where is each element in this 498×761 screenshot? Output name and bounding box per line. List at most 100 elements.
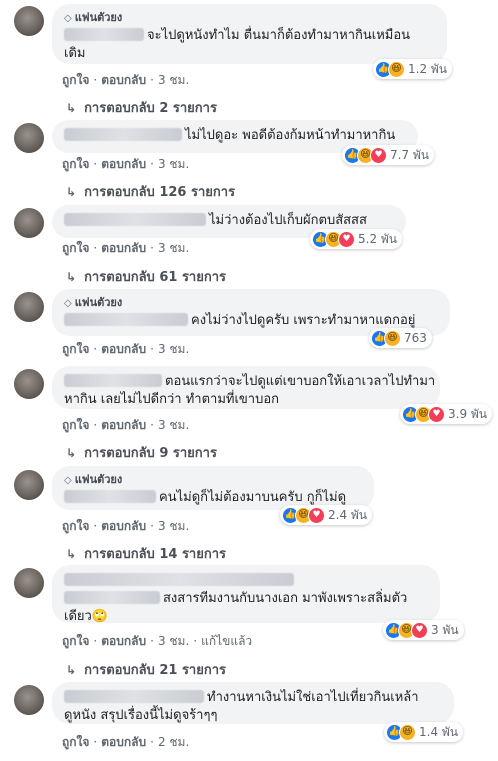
- comment-actions: ถูกใจ · ตอบกลับ · 3 ชม.: [62, 155, 189, 174]
- view-replies-link[interactable]: ↳ การตอบกลับ 126 รายการ: [66, 181, 235, 202]
- like-button[interactable]: ถูกใจ: [62, 418, 89, 432]
- timestamp[interactable]: 3 ชม.: [158, 157, 189, 171]
- reaction-count: 2.4 พัน: [328, 507, 368, 522]
- reaction-count: 3.9 พัน: [448, 406, 488, 421]
- like-button[interactable]: ถูกใจ: [62, 73, 89, 87]
- comment-actions: ถูกใจ · ตอบกลับ · 3 ชม.: [62, 71, 189, 90]
- comment-text: คนไม่ดูก็ไม่ต้องมาบนครับ กูก็ไม่ดู: [159, 490, 347, 505]
- separator: ·: [150, 735, 154, 749]
- avatar[interactable]: [14, 685, 44, 715]
- commenter-name-line: [64, 572, 428, 590]
- avatar[interactable]: [14, 123, 44, 153]
- reaction-summary[interactable]: 👍 😆 ♥ 7.7 พัน: [342, 145, 435, 165]
- like-button[interactable]: ถูกใจ: [62, 519, 89, 533]
- like-button[interactable]: ถูกใจ: [62, 342, 89, 356]
- like-button[interactable]: ถูกใจ: [62, 241, 89, 255]
- reaction-count: 3 พัน: [431, 622, 459, 637]
- commenter-name-redacted[interactable]: [64, 490, 156, 503]
- commenter-name-redacted[interactable]: [64, 313, 188, 326]
- fan-badge: ◇ แฟนตัวยง: [64, 11, 435, 26]
- reply-arrow-icon: ↳: [66, 663, 77, 677]
- commenter-name-redacted[interactable]: [64, 213, 206, 226]
- reaction-summary[interactable]: 👍 😆 ♥ 5.2 พัน: [310, 229, 403, 249]
- commenter-name-redacted[interactable]: [64, 690, 204, 703]
- like-button[interactable]: ถูกใจ: [62, 735, 89, 749]
- reaction-count: 1.4 พัน: [419, 724, 459, 739]
- timestamp[interactable]: 3 ชม.: [158, 342, 189, 356]
- comment-actions: ถูกใจ · ตอบกลับ · 3 ชม.: [62, 239, 189, 258]
- reaction-count: 7.7 พัน: [390, 147, 430, 162]
- view-replies-link[interactable]: ↳ การตอบกลับ 9 รายการ: [66, 442, 217, 463]
- avatar[interactable]: [14, 568, 44, 598]
- comment-actions: ถูกใจ · ตอบกลับ · 3 ชม.: [62, 340, 189, 359]
- reply-button[interactable]: ตอบกลับ: [101, 519, 146, 533]
- reply-arrow-icon: ↳: [66, 270, 77, 284]
- comment-bubble: ตอนแรกว่าจะไปดูแต่เขาบอกให้เอาเวลาไปทำมา…: [52, 366, 440, 409]
- comment-text: คงไม่ว่างไปดูครับ เพราะทำมาหาแดกอยู่: [191, 313, 416, 328]
- commenter-name-redacted[interactable]: [64, 128, 182, 141]
- reaction-summary[interactable]: 👍 😆 ♥ 2.4 พัน: [280, 505, 373, 525]
- comment-bubble: ทำงานหาเงินไม่ใช่เอาไปเที่ยวกินเหล้า ดูห…: [52, 682, 454, 724]
- separator: ·: [93, 342, 98, 356]
- reaction-summary[interactable]: 👍 😆 763: [369, 328, 432, 348]
- fan-badge-label: แฟนตัวยง: [74, 11, 123, 24]
- comment-text: จะไปดูหนังทำไม ตื่นมาก็ต้องทำมาหากินเหมื…: [147, 28, 411, 43]
- haha-icon: 😆: [399, 723, 416, 741]
- reply-button[interactable]: ตอบกลับ: [101, 157, 146, 171]
- comment-text-line: ไม่ว่างต้องไปเก็บผักตบสัสสส: [64, 212, 394, 230]
- reaction-count: 5.2 พัน: [358, 231, 398, 246]
- commenter-name-redacted[interactable]: [64, 28, 144, 41]
- avatar[interactable]: [14, 208, 44, 238]
- replies-label: การตอบกลับ 126 รายการ: [84, 185, 236, 200]
- love-icon: ♥: [428, 405, 445, 423]
- comment-actions: ถูกใจ · ตอบกลับ · 3 ชม. · แก้ไขแล้ว: [62, 632, 252, 651]
- love-icon: ♥: [338, 230, 355, 248]
- separator: ·: [193, 634, 198, 648]
- reply-button[interactable]: ตอบกลับ: [101, 342, 146, 356]
- separator: ·: [93, 157, 98, 171]
- reply-button[interactable]: ตอบกลับ: [101, 241, 146, 255]
- reaction-summary[interactable]: 👍 😆 1.4 พัน: [384, 722, 464, 742]
- reply-arrow-icon: ↳: [66, 446, 77, 460]
- reply-button[interactable]: ตอบกลับ: [101, 634, 146, 648]
- timestamp[interactable]: 3 ชม.: [158, 634, 189, 648]
- timestamp[interactable]: 3 ชม.: [158, 418, 189, 432]
- reply-button[interactable]: ตอบกลับ: [101, 418, 146, 432]
- comment-bubble: ◇ แฟนตัวยง จะไปดูหนังทำไม ตื่นมาก็ต้องทำม…: [52, 4, 447, 64]
- commenter-name-redacted[interactable]: [64, 374, 162, 387]
- reaction-summary[interactable]: 👍 😆 ♥ 3.9 พัน: [400, 404, 493, 424]
- reply-button[interactable]: ตอบกลับ: [101, 735, 146, 749]
- reply-button[interactable]: ตอบกลับ: [101, 73, 146, 87]
- edited-label[interactable]: แก้ไขแล้ว: [201, 634, 252, 648]
- reaction-count: 1.2 พัน: [408, 61, 448, 76]
- like-button[interactable]: ถูกใจ: [62, 634, 89, 648]
- separator: ·: [150, 241, 154, 255]
- separator: ·: [93, 634, 98, 648]
- replies-label: การตอบกลับ 14 รายการ: [84, 547, 227, 562]
- diamond-icon: ◇: [64, 298, 72, 309]
- reaction-summary[interactable]: 👍 😆 1.2 พัน: [373, 59, 453, 79]
- comment-text-line: หากิน เลยไม่ไปดีกว่า ทำตามที่เขาบอก: [64, 392, 280, 407]
- separator: ·: [93, 418, 98, 432]
- timestamp[interactable]: 3 ชม.: [158, 73, 189, 87]
- avatar[interactable]: [14, 6, 44, 36]
- avatar[interactable]: [14, 292, 44, 322]
- timestamp[interactable]: 2 ชม.: [158, 735, 189, 749]
- avatar[interactable]: [14, 369, 44, 399]
- avatar[interactable]: [14, 470, 44, 500]
- timestamp[interactable]: 3 ชม.: [158, 519, 189, 533]
- fan-badge: ◇ แฟนตัวยง: [64, 296, 438, 311]
- view-replies-link[interactable]: ↳ การตอบกลับ 21 รายการ: [66, 659, 226, 680]
- view-replies-link[interactable]: ↳ การตอบกลับ 2 รายการ: [66, 97, 217, 118]
- timestamp[interactable]: 3 ชม.: [158, 241, 189, 255]
- comment-text: ไม่ไปดูอะ พอดีต้องก้มหน้าทำมาหากิน: [185, 128, 396, 143]
- like-button[interactable]: ถูกใจ: [62, 157, 89, 171]
- view-replies-link[interactable]: ↳ การตอบกลับ 61 รายการ: [66, 266, 226, 287]
- replies-label: การตอบกลับ 61 รายการ: [84, 270, 227, 285]
- comment-text: ตอนแรกว่าจะไปดูแต่เขาบอกให้เอาเวลาไปทำมา: [165, 374, 436, 389]
- commenter-name-redacted[interactable]: [64, 573, 294, 586]
- reaction-summary[interactable]: 👍 😆 ♥ 3 พัน: [383, 620, 464, 640]
- view-replies-link[interactable]: ↳ การตอบกลับ 14 รายการ: [66, 543, 226, 564]
- separator: ·: [93, 241, 98, 255]
- separator: ·: [150, 342, 154, 356]
